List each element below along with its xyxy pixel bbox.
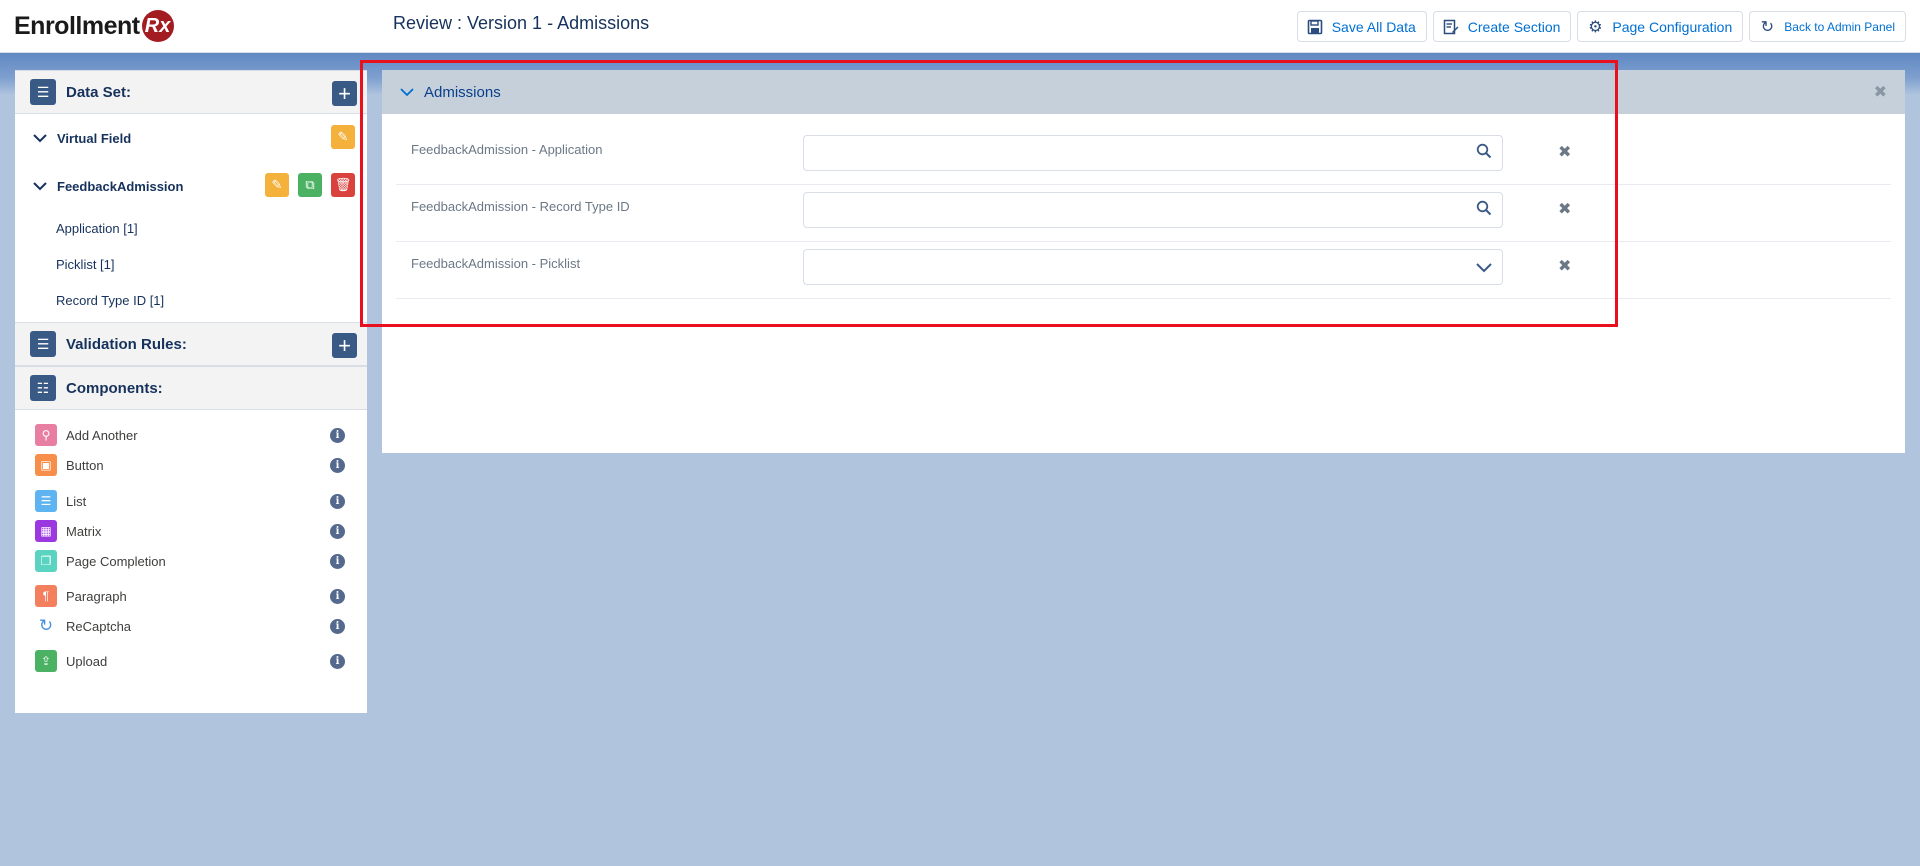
component-label: Upload bbox=[66, 653, 108, 669]
components-header: ☷ Components: bbox=[15, 366, 367, 410]
component-paragraph[interactable]: ¶ Paragraph i bbox=[15, 581, 367, 611]
remove-field-icon[interactable]: ✖ bbox=[1558, 199, 1571, 219]
component-label: Page Completion bbox=[66, 553, 166, 569]
tree-child-picklist[interactable]: Picklist [1] bbox=[15, 246, 367, 282]
component-label: Button bbox=[66, 457, 104, 473]
info-icon[interactable]: i bbox=[330, 619, 345, 634]
header-actions: Save All Data Create Section ⚙ Page Conf… bbox=[1296, 11, 1906, 42]
field-row: FeedbackAdmission - Application ✖ bbox=[396, 128, 1891, 185]
validation-rules-title: Validation Rules: bbox=[66, 335, 187, 353]
page-title: Review : Version 1 - Admissions bbox=[393, 13, 650, 33]
application-lookup-input[interactable] bbox=[803, 135, 1503, 171]
component-button[interactable]: ▣ Button i bbox=[15, 450, 367, 480]
component-page-completion[interactable]: ❐ Page Completion i bbox=[15, 546, 367, 576]
matrix-icon: ▦ bbox=[35, 520, 57, 542]
logo-badge: Rx bbox=[141, 10, 174, 42]
paragraph-icon: ¶ bbox=[35, 585, 57, 607]
button-grid-icon: ▣ bbox=[35, 454, 57, 476]
tree-item-label: FeedbackAdmission bbox=[57, 178, 184, 194]
person-add-icon: ⚲ bbox=[35, 424, 57, 446]
component-add-another[interactable]: ⚲ Add Another i bbox=[15, 420, 367, 450]
section-header[interactable]: Admissions ✖ bbox=[382, 70, 1905, 114]
components-icon: ☷ bbox=[30, 375, 56, 401]
main-panel: Admissions ✖ FeedbackAdmission - Applica… bbox=[382, 70, 1905, 453]
close-section-icon[interactable]: ✖ bbox=[1874, 82, 1887, 102]
component-label: ReCaptcha bbox=[66, 618, 132, 634]
page-configuration-button[interactable]: ⚙ Page Configuration bbox=[1577, 11, 1744, 42]
data-set-header: ☰ Data Set: + bbox=[15, 70, 367, 114]
info-icon[interactable]: i bbox=[330, 494, 345, 509]
chevron-down-icon[interactable] bbox=[33, 181, 51, 191]
tree-item-label: Virtual Field bbox=[57, 130, 132, 146]
sidebar: ☰ Data Set: + Virtual Field ✎ FeedbackAd… bbox=[15, 70, 367, 713]
app-logo[interactable]: Enrollment Rx bbox=[14, 8, 174, 44]
field-label: FeedbackAdmission - Picklist bbox=[411, 256, 581, 271]
top-bar: Enrollment Rx Review : Version 1 - Admis… bbox=[0, 0, 1920, 53]
data-set-title: Data Set: bbox=[66, 83, 132, 101]
component-recaptcha[interactable]: ↻ ReCaptcha i bbox=[15, 611, 367, 641]
info-icon[interactable]: i bbox=[330, 428, 345, 443]
tree-child-record-type-id[interactable]: Record Type ID [1] bbox=[15, 282, 367, 318]
save-all-data-label: Save All Data bbox=[1331, 18, 1416, 35]
tree-item-feedbackadmission[interactable]: FeedbackAdmission ✎ ⧉ 🗑 bbox=[15, 162, 367, 210]
search-icon[interactable] bbox=[1476, 200, 1492, 221]
page-configuration-label: Page Configuration bbox=[1612, 18, 1733, 35]
section-title: Admissions bbox=[424, 83, 501, 101]
add-validation-rule-button[interactable]: + bbox=[332, 333, 357, 358]
copy-feedbackadmission-button[interactable]: ⧉ bbox=[298, 173, 322, 197]
edit-feedbackadmission-button[interactable]: ✎ bbox=[265, 173, 289, 197]
chevron-down-icon[interactable] bbox=[400, 87, 418, 97]
remove-field-icon[interactable]: ✖ bbox=[1558, 142, 1571, 162]
component-label: Matrix bbox=[66, 523, 102, 539]
chevron-down-icon[interactable] bbox=[1476, 260, 1492, 278]
back-to-admin-panel-label: Back to Admin Panel bbox=[1784, 19, 1895, 34]
page-icon: ❐ bbox=[35, 550, 57, 572]
gear-icon: ⚙ bbox=[1588, 18, 1603, 36]
save-icon bbox=[1306, 18, 1324, 36]
info-icon[interactable]: i bbox=[330, 524, 345, 539]
component-label: List bbox=[66, 493, 87, 509]
back-to-admin-panel-button[interactable]: ↻ Back to Admin Panel bbox=[1749, 11, 1906, 42]
tree-child-application[interactable]: Application [1] bbox=[15, 210, 367, 246]
edit-virtual-field-button[interactable]: ✎ bbox=[331, 125, 355, 149]
component-upload[interactable]: ⇪ Upload i bbox=[15, 646, 367, 676]
component-matrix[interactable]: ▦ Matrix i bbox=[15, 516, 367, 546]
components-list: ⚲ Add Another i ▣ Button i ☰ List i ▦ Ma… bbox=[15, 410, 367, 676]
info-icon[interactable]: i bbox=[330, 589, 345, 604]
validation-rules-icon: ☰ bbox=[30, 331, 56, 357]
component-list[interactable]: ☰ List i bbox=[15, 486, 367, 516]
recaptcha-icon: ↻ bbox=[35, 615, 57, 637]
upload-icon: ⇪ bbox=[35, 650, 57, 672]
record-type-id-lookup-input[interactable] bbox=[803, 192, 1503, 228]
edit-section-icon bbox=[1442, 18, 1460, 36]
save-all-data-button[interactable]: Save All Data bbox=[1296, 11, 1427, 42]
virtual-field-actions: ✎ bbox=[331, 125, 355, 149]
validation-rules-header: ☰ Validation Rules: + bbox=[15, 322, 367, 366]
create-section-label: Create Section bbox=[1467, 18, 1561, 35]
create-section-button[interactable]: Create Section bbox=[1432, 11, 1572, 42]
field-row: FeedbackAdmission - Picklist ✖ bbox=[396, 242, 1891, 299]
search-icon[interactable] bbox=[1476, 143, 1492, 164]
fields-list: FeedbackAdmission - Application ✖ Feedba… bbox=[382, 114, 1905, 299]
component-label: Add Another bbox=[66, 427, 138, 443]
field-label: FeedbackAdmission - Application bbox=[411, 142, 603, 157]
info-icon[interactable]: i bbox=[330, 458, 345, 473]
chevron-down-icon[interactable] bbox=[33, 133, 51, 143]
picklist-select[interactable] bbox=[803, 249, 1503, 285]
refresh-back-icon: ↻ bbox=[1760, 18, 1774, 36]
feedbackadmission-actions: ✎ ⧉ 🗑 bbox=[265, 173, 355, 197]
logo-text: Enrollment bbox=[14, 11, 140, 40]
field-row: FeedbackAdmission - Record Type ID ✖ bbox=[396, 185, 1891, 242]
remove-field-icon[interactable]: ✖ bbox=[1558, 256, 1571, 276]
field-label: FeedbackAdmission - Record Type ID bbox=[411, 199, 630, 214]
components-title: Components: bbox=[66, 379, 163, 397]
delete-feedbackadmission-button[interactable]: 🗑 bbox=[331, 173, 355, 197]
list-icon: ☰ bbox=[35, 490, 57, 512]
component-label: Paragraph bbox=[66, 588, 127, 604]
info-icon[interactable]: i bbox=[330, 554, 345, 569]
data-set-icon: ☰ bbox=[30, 79, 56, 105]
info-icon[interactable]: i bbox=[330, 654, 345, 669]
add-data-set-button[interactable]: + bbox=[332, 81, 357, 106]
tree-item-virtual-field[interactable]: Virtual Field ✎ bbox=[15, 114, 367, 162]
